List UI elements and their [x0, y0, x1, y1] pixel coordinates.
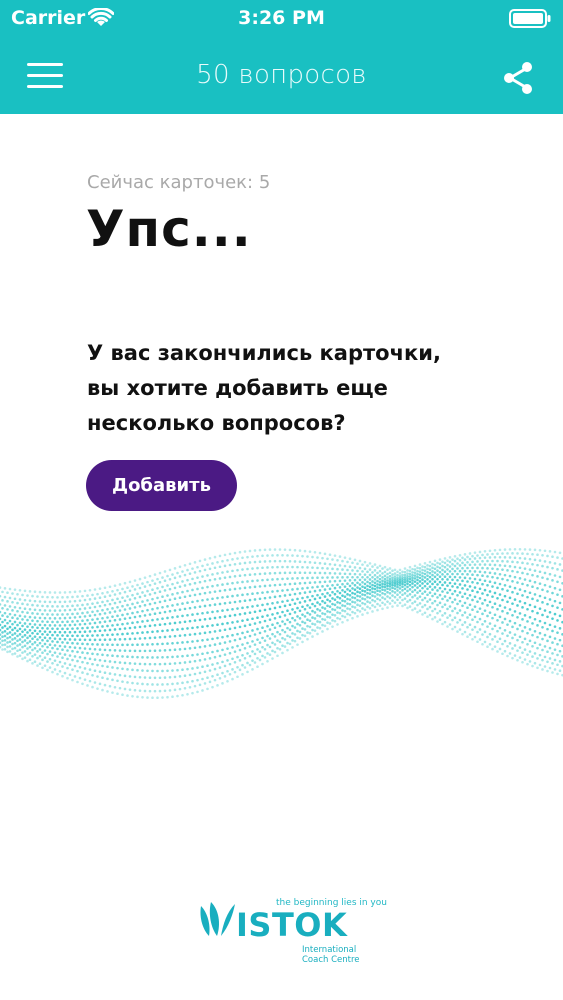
status-time: 3:26 PM — [238, 7, 325, 29]
message-line: вы хотите добавить еще — [87, 376, 388, 400]
card-count-label: Сейчас карточек: 5 — [87, 172, 271, 193]
logo-subtitle-line: International — [302, 945, 357, 955]
status-bar: Carrier 3:26 PM — [0, 0, 563, 40]
message-line: У вас закончились карточки, — [87, 341, 441, 365]
message-line: несколько вопросов? — [87, 411, 346, 435]
logo-subtitle-line: Coach Centre — [302, 955, 360, 965]
istok-leaf-logo-icon — [200, 902, 235, 936]
share-icon[interactable] — [501, 60, 535, 96]
add-questions-button[interactable]: Добавить — [86, 460, 237, 511]
decorative-wave — [0, 547, 563, 700]
headline: Упс... — [86, 200, 252, 258]
navigation-bar: 50 вопросов — [0, 40, 563, 114]
page-title: 50 вопросов — [196, 60, 367, 90]
battery-icon — [509, 9, 551, 28]
out-of-cards-message: У вас закончились карточки, вы хотите до… — [87, 336, 467, 441]
logo-brand: ISTOK — [236, 906, 348, 944]
